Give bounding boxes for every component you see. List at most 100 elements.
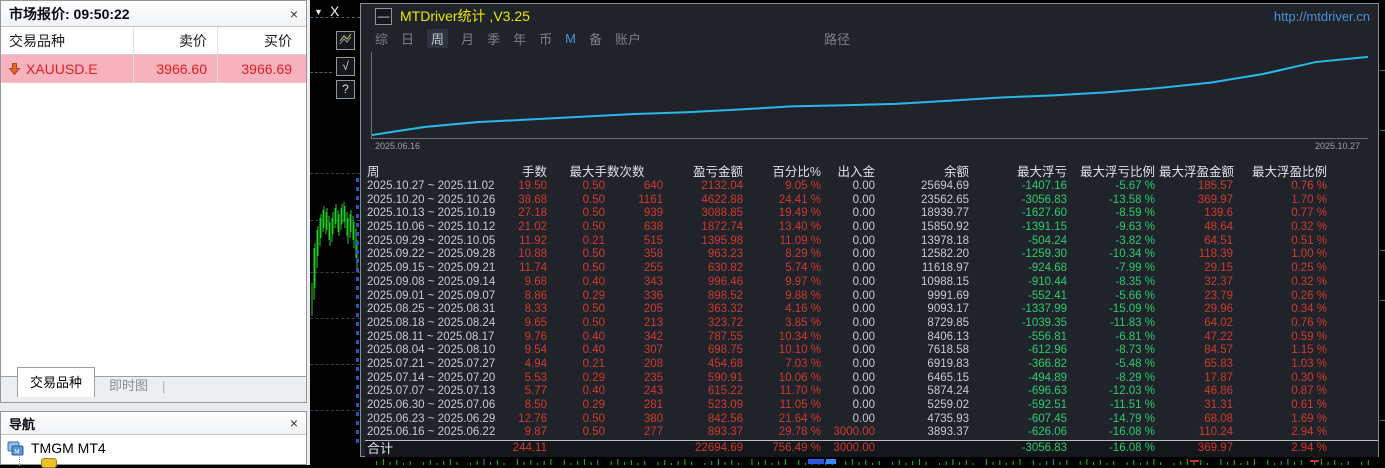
cell-1: 8.50 — [524, 399, 547, 411]
cell-1: 12.76 — [518, 412, 547, 425]
close-icon[interactable]: × — [290, 415, 298, 431]
navigator-item-account[interactable]: M TMGM MT4 — [1, 435, 306, 456]
toolbar-item-6[interactable]: 币 — [539, 29, 552, 48]
toolbar-item-7[interactable]: M — [565, 31, 576, 46]
candlestick-mini-chart — [311, 202, 358, 316]
cell-10: 65.83 — [1204, 357, 1233, 370]
help-button[interactable]: ? — [336, 80, 355, 99]
cell-8: -910.44 — [1027, 275, 1067, 288]
cell-7: 8406.13 — [927, 330, 969, 343]
check-icon: √ — [342, 59, 349, 73]
cell-6: 0.00 — [852, 234, 875, 247]
cell-1: 11.74 — [519, 262, 547, 275]
cell-11: 1.03 % — [1291, 357, 1327, 370]
cell-2: 0.50 — [582, 426, 605, 439]
cell-11: 0.76 % — [1291, 316, 1327, 329]
cell-5: 10.34 % — [778, 330, 821, 343]
chart-window: ▼ X √ ? — MTDriver统计 ,V3.25 http://mtdri… — [310, 0, 1385, 465]
cell-1: 9.68 — [524, 275, 547, 288]
cell-6: 3000.00 — [833, 426, 875, 439]
cell-2: 0.29 — [582, 289, 605, 302]
cell-5: 3.85 % — [785, 316, 821, 329]
cell-8: -607.45 — [1027, 412, 1067, 425]
header-6: 余额 — [943, 164, 969, 179]
cell-1: 9.54 — [524, 344, 547, 357]
cell-0: 2025.06.30 ~ 2025.07.06 — [367, 399, 496, 411]
gridline — [310, 410, 360, 411]
cell-9: -8.59 % — [1115, 207, 1155, 220]
toolbar-item-path[interactable]: 路径 — [824, 29, 850, 48]
cell-5: 10.10 % — [778, 344, 821, 357]
cell-8: -626.06 — [1027, 426, 1067, 439]
cell-0: 2025.10.27 ~ 2025.11.02 — [367, 180, 495, 192]
cell-4: 1395.98 — [701, 234, 743, 247]
cell-5: 11.70 % — [779, 385, 821, 398]
edge-dash — [1380, 420, 1385, 421]
cell-8: -612.96 — [1027, 344, 1067, 357]
header-8: 最大浮亏比例 — [1079, 164, 1155, 179]
cell-6: 0.00 — [852, 344, 875, 357]
cell-11: 0.32 % — [1291, 275, 1327, 288]
check-button[interactable]: √ — [336, 57, 355, 76]
mtdriver-url-link[interactable]: http://mtdriver.cn — [1274, 9, 1370, 24]
cell-0: 合计 — [367, 441, 394, 457]
toolbar-item-3[interactable]: 月 — [461, 29, 474, 48]
cell-10: 29.96 — [1204, 303, 1233, 316]
toolbar-item-8[interactable]: 备 — [589, 29, 602, 48]
column-buy[interactable]: 买价 — [218, 27, 304, 54]
cell-2: 0.50 — [582, 248, 605, 261]
cell-2: 0.40 — [582, 344, 605, 357]
cell-6: 0.00 — [852, 262, 875, 275]
stats-table-row: 2025.06.23 ~ 2025.06.29 12.76 0.50 380 842.5… — [365, 413, 1378, 427]
close-icon[interactable]: × — [290, 6, 298, 22]
cell-4: 898.52 — [707, 289, 743, 302]
cell-3 — [609, 441, 667, 457]
column-symbol[interactable]: 交易品种 — [1, 27, 134, 54]
tab-symbols[interactable]: 交易品种 — [17, 367, 96, 397]
cell-1: 11.92 — [519, 234, 547, 247]
cell-7: 18939.77 — [921, 207, 969, 220]
stats-table-row: 2025.08.11 ~ 2025.08.17 9.76 0.40 342 787.55… — [365, 331, 1378, 345]
toolbar-item-9[interactable]: 账户 — [615, 29, 641, 48]
cell-4: 963.23 — [707, 248, 743, 261]
cell-3: 235 — [643, 371, 663, 384]
toolbar-item-2[interactable]: 周 — [427, 28, 449, 48]
toolbar-item-1[interactable]: 日 — [401, 29, 414, 48]
chevron-down-icon[interactable]: ▼ — [314, 7, 323, 17]
chart-mode-button[interactable] — [336, 31, 355, 50]
cell-7: 13978.18 — [921, 234, 969, 247]
cell-4: 454.68 — [707, 357, 743, 370]
cell-8: -1407.16 — [1021, 180, 1067, 192]
mtdriver-toolbar: 综日周月季年币 M 备账户 路径 — [361, 28, 1378, 48]
cell-10: 23.79 — [1204, 289, 1233, 302]
cell-7: 4735.93 — [927, 412, 969, 425]
cell-2: 0.40 — [582, 385, 605, 398]
cell-5: 24.41 % — [778, 193, 821, 206]
toolbar-item-4[interactable]: 季 — [487, 29, 500, 48]
cell-8: -552.41 — [1027, 289, 1067, 302]
tab-tick-chart[interactable]: 即时图 — [95, 375, 162, 402]
cell-6: 0.00 — [852, 371, 875, 384]
cell-6: 0.00 — [852, 180, 875, 192]
cell-1: 9.76 — [524, 330, 547, 343]
stats-table-row: 2025.06.16 ~ 2025.06.22 9.87 0.50 277 893.37… — [365, 426, 1378, 440]
cell-0: 2025.07.07 ~ 2025.07.13 — [367, 385, 496, 398]
cell-1: 8.33 — [524, 303, 547, 316]
cell-2: 0.50 — [582, 303, 605, 316]
toolbar-item-5[interactable]: 年 — [513, 29, 526, 48]
cell-8: -3056.83 — [1021, 442, 1067, 455]
toolbar-item-0[interactable]: 综 — [375, 29, 388, 48]
quote-row-xauusd[interactable]: XAUUSD.E 3966.60 3966.69 — [1, 55, 306, 83]
cell-2: 0.21 — [582, 234, 605, 247]
cell-2: 0.40 — [582, 330, 605, 343]
stats-table-row: 2025.08.18 ~ 2025.08.24 9.65 0.50 213 323.72… — [365, 317, 1378, 331]
cell-3: 277 — [643, 426, 663, 439]
cell-5: 21.64 % — [778, 412, 821, 425]
minimize-button[interactable]: — — [375, 7, 392, 25]
market-watch-panel: 市场报价: 09:50:22 × 交易品种 卖价 买价 XAUUSD.E 396… — [0, 0, 307, 403]
stats-table-row: 2025.09.22 ~ 2025.09.28 10.88 0.50 358 963.2… — [365, 248, 1378, 262]
cell-9: -15.09 % — [1108, 303, 1155, 316]
cell-4: 323.72 — [707, 316, 743, 329]
cell-8: -1337.99 — [1021, 303, 1067, 316]
column-sell[interactable]: 卖价 — [134, 27, 218, 54]
